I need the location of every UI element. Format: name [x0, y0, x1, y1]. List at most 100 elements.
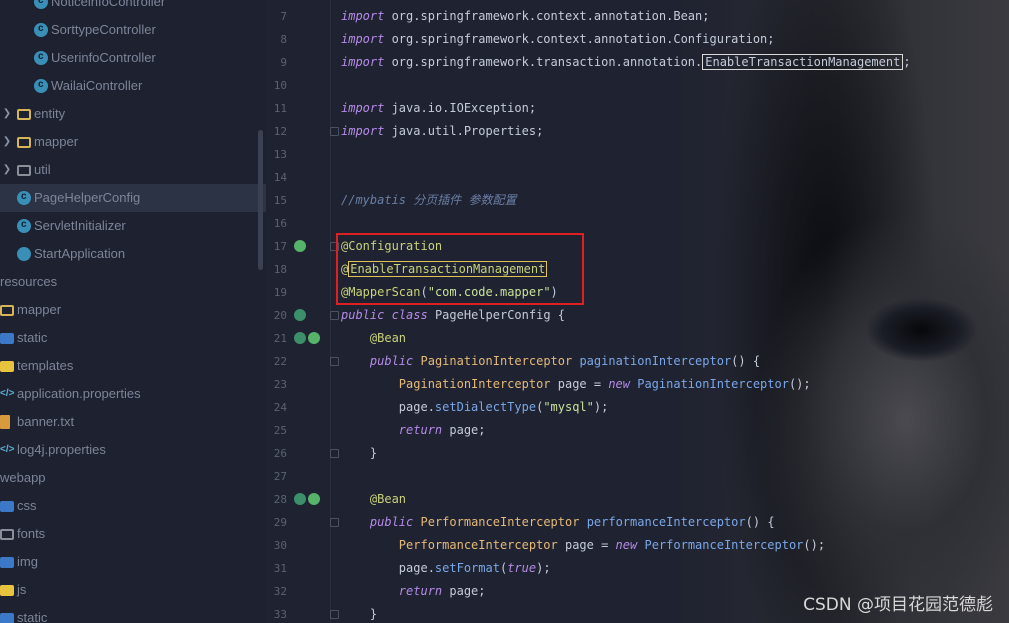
tree-item-entity[interactable]: ❯ entity	[0, 100, 266, 128]
tree-item-sorttypecontroller[interactable]: SorttypeController	[0, 15, 266, 44]
tree-item-img[interactable]: img	[0, 548, 266, 576]
code-text: public PaginationInterceptor paginationI…	[369, 354, 761, 368]
expand-arrow-icon[interactable]: ❯	[2, 128, 12, 156]
tree-item-resources[interactable]: resources	[0, 268, 266, 296]
tree-item-util[interactable]: ❯ util	[0, 156, 266, 184]
tree-item-application-properties[interactable]: </> application.properties	[0, 380, 266, 408]
code-text: public class PageHelperConfig {	[341, 308, 565, 322]
code-text: }	[341, 607, 378, 621]
code-line[interactable]: 24 page.setDialectType("mysql");	[266, 396, 1009, 419]
navigate-gutter-icon[interactable]	[294, 309, 306, 321]
expand-arrow-icon[interactable]: ❯	[2, 100, 12, 128]
code-text: }	[341, 446, 378, 460]
code-line[interactable]: 22 public PaginationInterceptor paginati…	[266, 350, 1009, 373]
tree-item-templates[interactable]: templates	[0, 352, 266, 380]
navigate-gutter-icon[interactable]	[294, 332, 306, 344]
code-line[interactable]: 26 }	[266, 442, 1009, 465]
tree-item-label: SorttypeController	[51, 22, 156, 37]
tree-item-log4j-properties[interactable]: </> log4j.properties	[0, 436, 266, 464]
line-number: 13	[273, 148, 287, 161]
class-icon	[34, 15, 48, 43]
fold-marker-icon[interactable]	[330, 518, 339, 527]
code-line[interactable]: 29 public PerformanceInterceptor perform…	[266, 511, 1009, 534]
navigate-gutter-icon[interactable]	[294, 493, 306, 505]
fold-marker-icon[interactable]	[330, 357, 339, 366]
line-number: 9	[280, 56, 287, 69]
fold-marker-icon[interactable]	[330, 449, 339, 458]
tree-item-userinfocontroller[interactable]: UserinfoController	[0, 43, 266, 72]
line-number: 32	[273, 585, 287, 598]
fold-marker-icon[interactable]	[330, 127, 339, 136]
tree-item-wailaicontroller[interactable]: WailaiController	[0, 71, 266, 100]
tree-item-fonts[interactable]: fonts	[0, 520, 266, 548]
spring-bean-gutter-icon[interactable]	[308, 493, 320, 505]
sidebar-scrollbar[interactable]	[258, 130, 263, 270]
expand-arrow-icon[interactable]: ❯	[2, 156, 12, 184]
line-number: 25	[273, 424, 287, 437]
code-line[interactable]: 31 page.setFormat(true);	[266, 557, 1009, 580]
line-number: 14	[273, 171, 287, 184]
tree-item-label: util	[34, 162, 51, 177]
tree-item-css[interactable]: css	[0, 492, 266, 520]
code-text: import java.util.Properties;	[341, 124, 544, 138]
tree-item-startapplication[interactable]: StartApplication	[0, 240, 266, 268]
tree-item-js[interactable]: js	[0, 576, 266, 604]
code-line[interactable]: 27	[266, 465, 1009, 488]
tree-item-static[interactable]: static	[0, 324, 266, 352]
tree-item-noticeinfocontroller[interactable]: NoticeinfoController	[0, 0, 266, 16]
code-line[interactable]: 25 return page;	[266, 419, 1009, 442]
folder-icon	[0, 613, 14, 623]
line-number: 30	[273, 539, 287, 552]
code-line[interactable]: 23 PaginationInterceptor page = new Pagi…	[266, 373, 1009, 396]
code-text: //mybatis 分页插件 参数配置	[341, 193, 517, 207]
tree-item-label: js	[17, 582, 27, 597]
code-line[interactable]: 14	[266, 166, 1009, 189]
line-number: 26	[273, 447, 287, 460]
line-number: 29	[273, 516, 287, 529]
code-line[interactable]: 16	[266, 212, 1009, 235]
tree-item-label: UserinfoController	[51, 50, 156, 65]
code-line[interactable]: 15 //mybatis 分页插件 参数配置	[266, 189, 1009, 212]
code-line[interactable]: 10	[266, 74, 1009, 97]
tree-item-servletinitializer[interactable]: ServletInitializer	[0, 211, 266, 240]
tree-item-label: css	[17, 498, 37, 513]
tree-item-static[interactable]: static	[0, 604, 266, 623]
code-line[interactable]: 8 import org.springframework.context.anno…	[266, 28, 1009, 51]
spring-bean-gutter-icon[interactable]	[308, 332, 320, 344]
tree-item-webapp[interactable]: webapp	[0, 464, 266, 492]
code-line[interactable]: 30 PerformanceInterceptor page = new Per…	[266, 534, 1009, 557]
class-icon	[17, 211, 31, 239]
line-number: 15	[273, 194, 287, 207]
code-text: public PerformanceInterceptor performanc…	[369, 515, 775, 529]
code-line[interactable]: 9 import org.springframework.transaction.…	[266, 51, 1009, 74]
spring-bean-gutter-icon[interactable]	[294, 240, 306, 252]
code-editor[interactable]: 7 import org.springframework.context.anno…	[266, 0, 1009, 623]
code-line[interactable]: 13	[266, 143, 1009, 166]
code-line[interactable]: 7 import org.springframework.context.anno…	[266, 5, 1009, 28]
code-line[interactable]: 20 public class PageHelperConfig {	[266, 304, 1009, 327]
tree-item-label: mapper	[34, 134, 79, 149]
fold-marker-icon[interactable]	[330, 610, 339, 619]
line-number: 18	[273, 263, 287, 276]
tree-item-pagehelperconfig[interactable]: PageHelperConfig	[0, 183, 266, 212]
tree-item-label: webapp	[0, 470, 46, 485]
class-icon	[34, 71, 48, 99]
fold-marker-icon[interactable]	[330, 311, 339, 320]
code-line[interactable]: 28 @Bean	[266, 488, 1009, 511]
tree-item-mapper[interactable]: mapper	[0, 296, 266, 324]
class-icon	[34, 0, 48, 15]
code-line[interactable]: 11 import java.io.IOException;	[266, 97, 1009, 120]
tree-item-banner-txt[interactable]: banner.txt	[0, 408, 266, 436]
tree-item-label: static	[17, 330, 48, 345]
code-line[interactable]: 12 import java.util.Properties;	[266, 120, 1009, 143]
spring-boot-class-icon	[17, 247, 31, 261]
code-text: import org.springframework.transaction.a…	[341, 54, 911, 70]
line-number: 24	[273, 401, 287, 414]
tree-item-label: mapper	[17, 302, 62, 317]
code-text: import org.springframework.context.annot…	[341, 9, 710, 23]
code-text: @Bean	[369, 492, 407, 506]
tree-item-label: templates	[17, 358, 74, 373]
tree-item-mapper[interactable]: ❯ mapper	[0, 128, 266, 156]
code-line[interactable]: 21 @Bean	[266, 327, 1009, 350]
code-text: page.setDialectType("mysql");	[341, 400, 609, 414]
